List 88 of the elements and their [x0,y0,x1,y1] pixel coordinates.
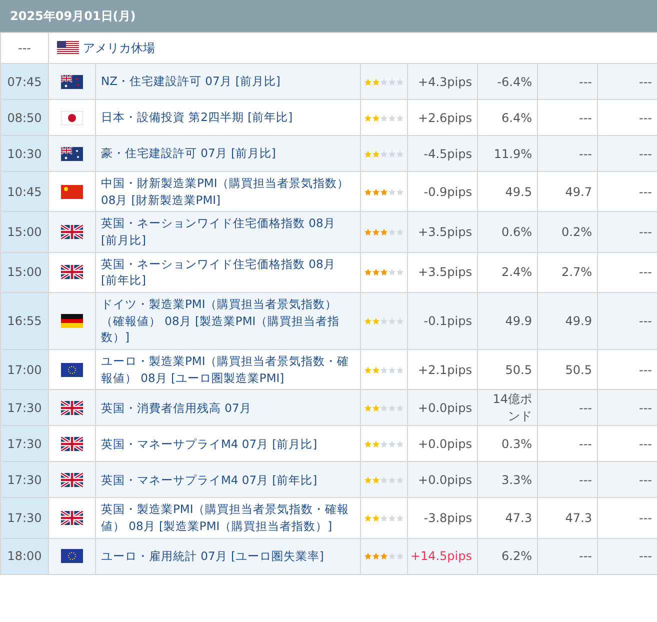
flag-icon [61,110,83,124]
value-text: --- [639,184,652,199]
flag-icon [61,511,83,526]
time-cell: 17:00 [1,350,49,390]
time-cell: 15:00 [1,212,49,253]
flag-icon [61,549,83,564]
time-cell: 10:30 [1,136,49,172]
date-header: 2025年09月01日(月) [0,0,657,33]
time-cell: 08:50 [1,100,49,136]
time-cell: 17:30 [1,426,49,462]
value-text: --- [639,511,652,526]
value-text: 6.2% [502,549,532,564]
flag-icon [61,436,83,451]
value-text: --- [639,225,652,240]
value-text: 47.3 [505,511,532,526]
value-text: --- [639,314,652,328]
value-text: 47.3 [565,511,592,526]
value-text: 3.3% [502,472,532,487]
time-cell: 17:30 [1,498,49,539]
flag-icon [61,184,83,199]
value-text: 0.3% [502,436,532,451]
value-text: --- [579,549,592,564]
pips-value: +0.0pips [418,472,472,487]
value-text: -6.4% [497,74,532,88]
value-text: --- [579,436,592,451]
pips-value: +4.3pips [418,74,472,88]
value-text: --- [639,362,652,377]
value-text: 49.7 [565,184,592,199]
flag-icon [61,74,83,88]
value-text: 0.2% [562,225,592,240]
value-text: --- [639,436,652,451]
time-cell: 07:45 [1,64,49,100]
value-text: 50.5 [505,362,532,377]
pips-value: +14.5pips [410,549,472,564]
time-cell: 15:00 [1,252,49,294]
event-title-link[interactable]: 日本・設備投資 第2四半期 [前年比] [101,106,293,129]
value-text: --- [579,400,592,415]
value-text: 6.4% [502,110,532,124]
flag-icon [57,41,79,55]
flag-icon [61,225,83,240]
time-cell: 17:30 [1,462,49,498]
pips-value: +2.1pips [418,362,472,377]
value-text: 2.4% [502,265,532,280]
value-text: 14億ポンド [492,390,532,425]
flag-icon [61,472,83,487]
value-text: --- [639,472,652,487]
time-cell: 18:00 [1,538,49,575]
value-text: --- [579,472,592,487]
value-text: --- [639,549,652,564]
pips-value: -0.1pips [424,314,472,328]
time-cell: --- [1,33,49,64]
time-cell: 16:55 [1,293,49,350]
value-text: 49.9 [505,314,532,328]
pips-value: +2.6pips [418,110,472,124]
value-text: 11.9% [494,146,532,160]
pips-value: +0.0pips [418,436,472,451]
event-title-link[interactable]: ユーロ・製造業PMI（購買担当者景気指数・確報値） 08月 [ユーロ圏製造業PMI] [101,350,355,390]
pips-value: +3.5pips [418,265,472,280]
value-text: --- [639,265,652,280]
value-text: --- [639,110,652,124]
pips-value: -3.8pips [424,511,472,526]
value-text: --- [579,74,592,88]
flag-icon [61,146,83,160]
flag-icon [61,314,83,328]
pips-value: +3.5pips [418,225,472,240]
pips-value: -4.5pips [424,146,472,160]
value-text: 50.5 [565,362,592,377]
value-text: --- [639,146,652,160]
holiday-label: アメリカ休場 [83,40,155,56]
value-text: --- [639,400,652,415]
flag-icon [61,362,83,377]
flag-icon [61,400,83,415]
pips-value: -0.9pips [424,184,472,199]
value-text: 2.7% [562,265,592,280]
event-title-link[interactable]: 英国・マネーサプライM4 07月 [前月比] [101,432,318,456]
event-title-link[interactable]: 英国・ネーションワイド住宅価格指数 08月 [前年比] [101,252,355,292]
value-text: 49.5 [505,184,532,199]
value-text: --- [579,110,592,124]
time-cell: 10:45 [1,172,49,212]
value-text: 49.9 [565,314,592,328]
event-title-link[interactable]: 中国・財新製造業PMI（購買担当者景気指数） 08月 [財新製造業PMI] [101,172,355,212]
time-cell: 17:30 [1,390,49,426]
pips-value: +0.0pips [418,400,472,415]
flag-icon [61,265,83,280]
value-text: --- [639,74,652,88]
value-text: --- [579,146,592,160]
value-text: 0.6% [502,225,532,240]
event-title-link[interactable]: 英国・製造業PMI（購買担当者景気指数・確報値） 08月 [製造業PMI（購買担当者指数）] [101,498,355,538]
